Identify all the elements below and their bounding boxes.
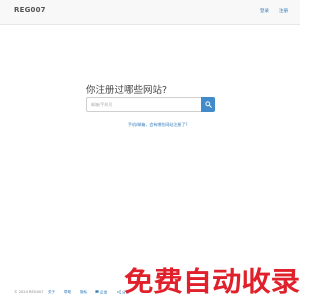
footer-privacy-link[interactable]: 隐私 bbox=[80, 290, 87, 295]
footer-about-link[interactable]: 关于 bbox=[48, 290, 55, 295]
hint-link[interactable]: 手机/邮箱，会有哪些网站注册了? bbox=[128, 122, 187, 128]
watermark-text: 免费自动收录 bbox=[124, 266, 300, 298]
share-icon bbox=[117, 290, 121, 294]
footer-feedback-link[interactable]: 反馈 bbox=[95, 290, 107, 296]
comment-icon bbox=[95, 290, 99, 294]
search-input[interactable] bbox=[86, 97, 201, 112]
brand-logo[interactable]: REG007 bbox=[14, 6, 46, 14]
search-icon bbox=[204, 101, 212, 108]
footer-feedback-label: 反馈 bbox=[100, 290, 108, 295]
login-link[interactable]: 登录 bbox=[260, 8, 269, 14]
register-link[interactable]: 注册 bbox=[279, 8, 288, 14]
watermark-logo: 免费自动收录 bbox=[124, 266, 300, 298]
search-form bbox=[86, 97, 215, 112]
search-button[interactable] bbox=[201, 97, 215, 112]
top-navbar: REG007 登录 注册 bbox=[0, 0, 300, 25]
footer-help-link[interactable]: 帮助 bbox=[64, 290, 71, 295]
page-title: 你注册过哪些网站? bbox=[86, 85, 168, 96]
footer-copyright: © 2024 REG007 bbox=[14, 290, 44, 294]
